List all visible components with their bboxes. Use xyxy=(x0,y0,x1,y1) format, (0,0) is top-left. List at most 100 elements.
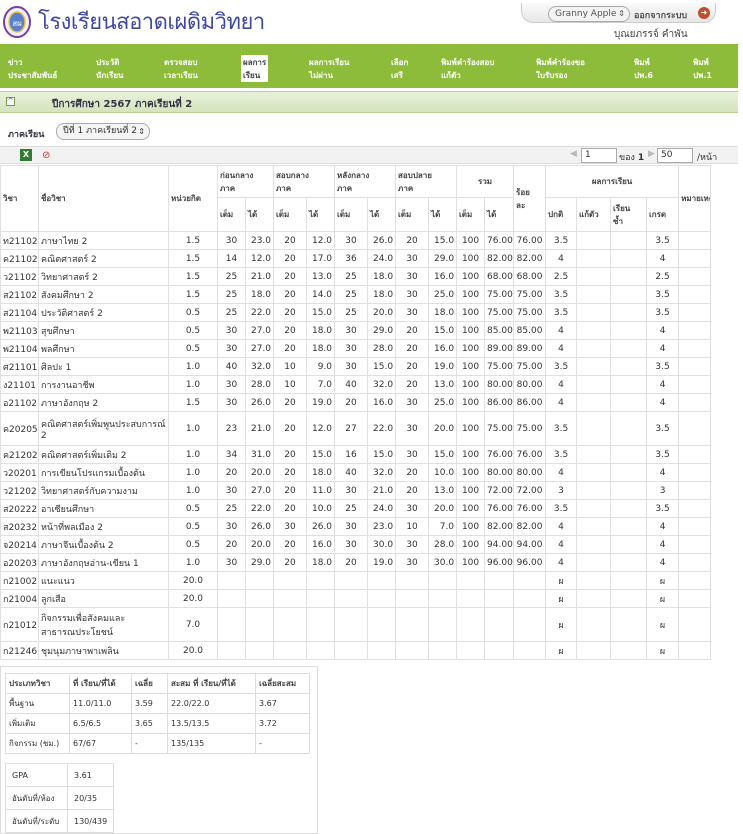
table-cell: 100 xyxy=(456,411,486,446)
table-cell: 75.00 xyxy=(513,411,547,446)
table-cell: ประวัติศาสตร์ 2 xyxy=(38,303,169,322)
nav-item[interactable]: พิมพ์คำร้องสอบ แก้ตัว xyxy=(441,56,494,82)
table-cell xyxy=(576,553,612,572)
user-select-value: Granny Apple xyxy=(555,9,617,19)
table-cell: 3.5 xyxy=(646,499,680,518)
table-cell: 1.0 xyxy=(168,463,218,482)
table-cell: 20 xyxy=(334,393,369,412)
table-cell: 76.00 xyxy=(484,445,515,464)
nav-item[interactable]: ผลการเรียน ไม่ผ่าน xyxy=(309,56,349,82)
nav-item[interactable]: พิมพ์คำร้องขอ ใบรับรอง xyxy=(536,56,585,82)
table-cell xyxy=(678,357,712,376)
table-cell: 4 xyxy=(545,393,578,412)
table-cell xyxy=(513,589,547,608)
table-cell: 21.0 xyxy=(244,411,275,446)
table-cell: แนะแนว xyxy=(38,571,169,590)
table-cell: 20 xyxy=(395,357,430,376)
nav-item[interactable]: ข่าว ประชาสัมพันธ์ xyxy=(8,56,57,82)
table-cell: ก21004 xyxy=(0,589,39,608)
summary-table: ประเภทวิชา ที่ เรียน/ที่ได้ เฉลี่ย สะสม ที่… xyxy=(5,673,310,754)
table-cell: 32.0 xyxy=(367,463,397,482)
table-cell xyxy=(678,249,712,268)
table-cell: 25 xyxy=(217,267,246,286)
table-cell xyxy=(610,339,648,358)
term-select[interactable]: ปีที่ 1 ภาคเรียนที่ 2 ⇕ xyxy=(56,123,150,140)
table-cell: 11.0 xyxy=(306,481,336,500)
table-cell: ผ xyxy=(545,589,578,608)
summary-row: พื้นฐาน 11.0/11.0 3.59 22.0/22.0 3.67 xyxy=(5,693,310,714)
table-cell: 15.0 xyxy=(428,231,458,250)
summary-cell: 13.5/13.5 xyxy=(167,713,256,734)
export-excel-icon[interactable]: X xyxy=(20,149,32,161)
col-full: เต็ม xyxy=(334,197,369,232)
table-cell: ศ21101 xyxy=(0,357,39,376)
table-cell: 20 xyxy=(273,499,308,518)
table-cell xyxy=(610,231,648,250)
table-cell: 20 xyxy=(395,231,430,250)
table-cell: 18.0 xyxy=(428,303,458,322)
table-row: ส21104 ประวัติศาสตร์ 2 0.5 25 22.0 20 15.0 25 20… xyxy=(0,303,712,322)
table-cell: 12.0 xyxy=(306,411,336,446)
table-cell: 30 xyxy=(334,231,369,250)
table-cell: 18.0 xyxy=(244,285,275,304)
nav-item[interactable]: ตรวจสอบ เวลาเรียน xyxy=(164,56,198,82)
nav-item[interactable]: ประวัติ นักเรียน xyxy=(96,56,124,82)
table-row: ค20205 คณิตศาสตร์เพิ่มพูนประสบการณ์ 2 1.0 2… xyxy=(0,411,712,446)
nav-item[interactable]: พิมพ์ ปพ.6 xyxy=(634,56,653,82)
table-cell: 20 xyxy=(273,553,308,572)
table-cell xyxy=(610,463,648,482)
table-cell: 4 xyxy=(646,517,680,536)
col-got: ได้ xyxy=(484,197,515,232)
table-cell: 30 xyxy=(217,321,246,340)
term-select-value: ปีที่ 1 ภาคเรียนที่ 2 xyxy=(63,126,137,136)
table-cell: 82.00 xyxy=(513,249,547,268)
table-cell: 100 xyxy=(456,553,486,572)
table-cell: 27.0 xyxy=(244,321,275,340)
table-cell: 4 xyxy=(545,249,578,268)
nav-item[interactable]: เลือก เสรี xyxy=(391,56,408,82)
col-got: ได้ xyxy=(367,197,397,232)
summary-cell: 3.59 xyxy=(131,693,168,714)
next-page-icon[interactable]: ▶ xyxy=(648,149,655,159)
main-nav: ข่าว ประชาสัมพันธ์ ประวัติ นักเรียน ตรวจสอ… xyxy=(0,44,738,88)
summary-cell: 6.5/6.5 xyxy=(69,713,132,734)
collapse-icon[interactable]: ^ xyxy=(6,97,15,106)
table-cell xyxy=(484,571,515,590)
table-cell xyxy=(513,607,547,642)
table-cell: 0.5 xyxy=(168,303,218,322)
page-input[interactable]: 1 xyxy=(581,148,617,163)
table-cell: 10 xyxy=(395,517,430,536)
table-cell xyxy=(273,571,308,590)
table-cell xyxy=(610,571,648,590)
logout-button[interactable]: ออกจากระบบ xyxy=(634,8,687,22)
table-cell: 75.00 xyxy=(513,285,547,304)
table-cell xyxy=(334,571,369,590)
nav-item[interactable]: พิมพ์ ปพ.1 xyxy=(693,56,712,82)
table-cell: 3.5 xyxy=(545,285,578,304)
table-cell: 100 xyxy=(456,375,486,394)
table-cell: 100 xyxy=(456,499,486,518)
table-cell xyxy=(456,589,486,608)
table-cell: 20.0 xyxy=(428,499,458,518)
table-cell xyxy=(306,589,336,608)
table-cell: 20 xyxy=(273,393,308,412)
table-cell xyxy=(273,641,308,660)
table-cell: 16.0 xyxy=(306,535,336,554)
table-cell: ภาษาจีนเบื้องต้น 2 xyxy=(38,535,169,554)
table-cell: 80.00 xyxy=(513,463,547,482)
user-select[interactable]: Granny Apple ⇕ xyxy=(548,6,630,22)
table-cell xyxy=(678,267,712,286)
table-cell: ส21104 xyxy=(0,303,39,322)
nav-item[interactable]: ผลการ เรียน xyxy=(241,55,269,82)
gpa-body: GPA 3.61 อันดับที่/ห้อง 20/35 อันดับที่/ระดั… xyxy=(5,763,115,833)
prev-page-icon[interactable]: ◀ xyxy=(570,149,577,159)
table-cell: 89.00 xyxy=(484,339,515,358)
table-row: ก21012 กิจกรรมเพื่อสังคมและ สาธารณประโยชน… xyxy=(0,607,712,642)
col-note: หมายเหตุ xyxy=(678,165,712,232)
table-cell: 76.00 xyxy=(484,231,515,250)
table-cell xyxy=(428,571,458,590)
logout-arrow-icon[interactable]: ➜ xyxy=(698,7,710,19)
gpa-cell: GPA xyxy=(5,763,68,787)
clear-filter-icon[interactable]: ⊘ xyxy=(42,149,56,162)
per-page-input[interactable]: 50 xyxy=(657,148,693,163)
